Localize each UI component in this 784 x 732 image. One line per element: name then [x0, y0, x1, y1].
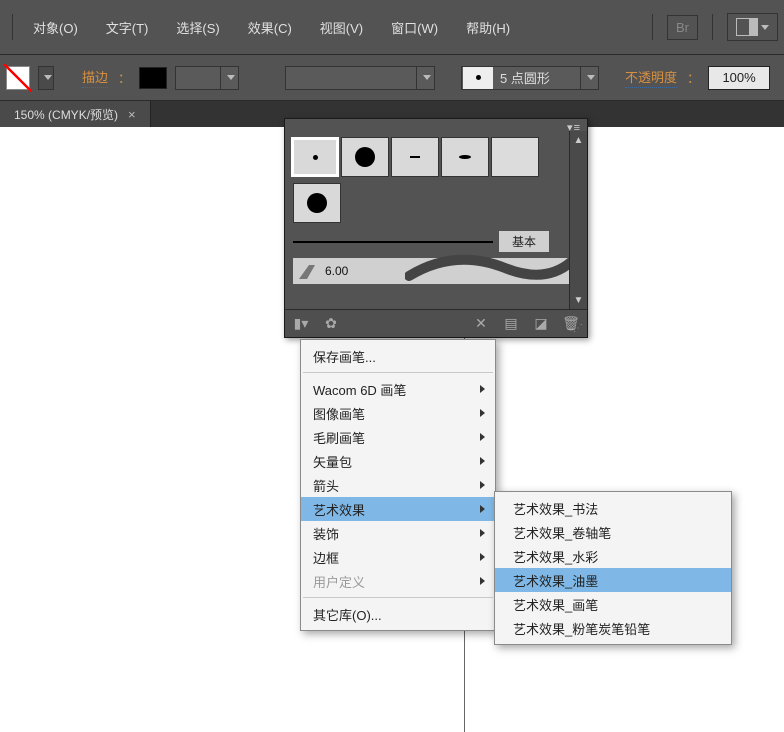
brush-size-label: 6.00 [325, 264, 348, 278]
menu-user-defined: 用户定义 [301, 569, 495, 593]
menu-bristle-brushes[interactable]: 毛刷画笔 [301, 425, 495, 449]
menubar-separator [652, 14, 653, 40]
fill-dropdown[interactable] [38, 66, 54, 90]
panel-menu-icon[interactable]: ▾≡ [567, 121, 581, 129]
submenu-paintbrush[interactable]: 艺术效果_画笔 [495, 592, 731, 616]
stroke-label[interactable]: 描边 [82, 67, 108, 88]
stroke-preview-icon [405, 254, 575, 284]
chevron-down-icon [761, 25, 769, 30]
brush-swatch[interactable] [391, 137, 439, 177]
menubar-separator [712, 14, 713, 40]
brush-libraries-icon[interactable]: ▮▾ [291, 314, 311, 334]
workspace-switcher[interactable] [727, 13, 778, 41]
panel-footer: ▮▾ ✿ ✕ ▤ ◪ 🗑 ⋰ [285, 309, 587, 337]
menu-separator [303, 372, 493, 373]
layout-icon [736, 18, 758, 36]
brush-swatch[interactable] [341, 137, 389, 177]
brush-dot-icon [355, 147, 375, 167]
options-icon[interactable]: ▤ [501, 314, 521, 334]
colon: ： [687, 68, 700, 87]
submenu-ink[interactable]: 艺术效果_油墨 [495, 568, 731, 592]
menu-separator [303, 597, 493, 598]
brush-definition-dropdown[interactable]: 5 点圆形 [461, 66, 599, 90]
bridge-button[interactable]: Br [667, 15, 698, 40]
menu-object[interactable]: 对象(O) [19, 12, 92, 43]
menu-view[interactable]: 视图(V) [306, 12, 377, 43]
calligraphic-icon [297, 261, 321, 281]
brush-name-label: 5 点圆形 [494, 68, 580, 87]
menu-wacom-6d[interactable]: Wacom 6D 画笔 [301, 377, 495, 401]
submenu-scroll-pen[interactable]: 艺术效果_卷轴笔 [495, 520, 731, 544]
scroll-down-icon[interactable]: ▼ [570, 291, 587, 309]
menu-decorative[interactable]: 装饰 [301, 521, 495, 545]
brush-stroke-row[interactable]: 6.00 [293, 258, 579, 284]
brush-swatch[interactable] [491, 137, 539, 177]
brush-dot-icon [307, 193, 327, 213]
brush-swatch[interactable] [291, 137, 339, 177]
document-tab-title: 150% (CMYK/预览) [14, 106, 118, 123]
opacity-input[interactable]: 100% [708, 66, 770, 90]
menu-window[interactable]: 窗口(W) [377, 12, 452, 43]
document-tab[interactable]: 150% (CMYK/预览) × [0, 101, 151, 127]
close-icon[interactable]: × [128, 107, 136, 122]
artistic-submenu: 艺术效果_书法 艺术效果_卷轴笔 艺术效果_水彩 艺术效果_油墨 艺术效果_画笔… [494, 491, 732, 645]
menubar: 对象(O) 文字(T) 选择(S) 效果(C) 视图(V) 窗口(W) 帮助(H… [0, 0, 784, 55]
brush-oval-icon [459, 155, 471, 159]
brush-dot-icon [313, 155, 318, 160]
chevron-down-icon [44, 75, 52, 80]
fill-swatch[interactable] [6, 66, 30, 90]
menu-save-brushes[interactable]: 保存画笔... [301, 344, 495, 368]
remove-stroke-icon[interactable]: ✕ [471, 314, 491, 334]
section-divider: 基本 [293, 231, 549, 252]
menu-effect[interactable]: 效果(C) [234, 12, 306, 43]
opacity-label[interactable]: 不透明度 [625, 67, 677, 88]
menu-arrows[interactable]: 箭头 [301, 473, 495, 497]
options-bar: 描边 ： 5 点圆形 不透明度 ： 100% [0, 55, 784, 101]
variable-width-profile-dropdown[interactable] [285, 66, 435, 90]
scroll-up-icon[interactable]: ▲ [570, 131, 587, 149]
panel-scrollbar[interactable]: ▲ ▼ [569, 131, 587, 309]
menubar-separator [12, 14, 13, 40]
libraries-icon[interactable]: ✿ [321, 314, 341, 334]
brush-swatch[interactable] [293, 183, 341, 223]
menu-help[interactable]: 帮助(H) [452, 12, 524, 43]
stroke-weight-dropdown[interactable] [175, 66, 239, 90]
menu-select[interactable]: 选择(S) [162, 12, 233, 43]
submenu-chalk-charcoal[interactable]: 艺术效果_粉笔炭笔铅笔 [495, 616, 731, 640]
panel-header: ▾≡ [285, 119, 587, 131]
chevron-down-icon [227, 75, 235, 80]
menu-type[interactable]: 文字(T) [92, 12, 163, 43]
basic-section-label: 基本 [499, 231, 549, 252]
menu-image-brushes[interactable]: 图像画笔 [301, 401, 495, 425]
menu-artistic[interactable]: 艺术效果 [301, 497, 495, 521]
submenu-calligraphy[interactable]: 艺术效果_书法 [495, 496, 731, 520]
brushes-panel: ▾≡ 基本 6.00 ▲ ▼ ▮▾ ✿ ✕ ▤ ◪ 🗑 ⋰ [284, 118, 588, 338]
stroke-color-swatch[interactable] [139, 67, 167, 89]
brush-grid [285, 131, 545, 183]
menu-vector-packs[interactable]: 矢量包 [301, 449, 495, 473]
colon: ： [118, 68, 131, 87]
menu-other-library[interactable]: 其它库(O)... [301, 602, 495, 626]
brush-library-context-menu: 保存画笔... Wacom 6D 画笔 图像画笔 毛刷画笔 矢量包 箭头 艺术效… [300, 339, 496, 631]
brush-swatch[interactable] [441, 137, 489, 177]
resize-grip-icon[interactable]: ⋰ [573, 323, 585, 335]
brush-preview-icon [463, 67, 493, 89]
chevron-down-icon [423, 75, 431, 80]
submenu-watercolor[interactable]: 艺术效果_水彩 [495, 544, 731, 568]
chevron-down-icon [587, 75, 595, 80]
brush-dash-icon [410, 156, 420, 158]
menu-borders[interactable]: 边框 [301, 545, 495, 569]
new-brush-icon[interactable]: ◪ [531, 314, 551, 334]
